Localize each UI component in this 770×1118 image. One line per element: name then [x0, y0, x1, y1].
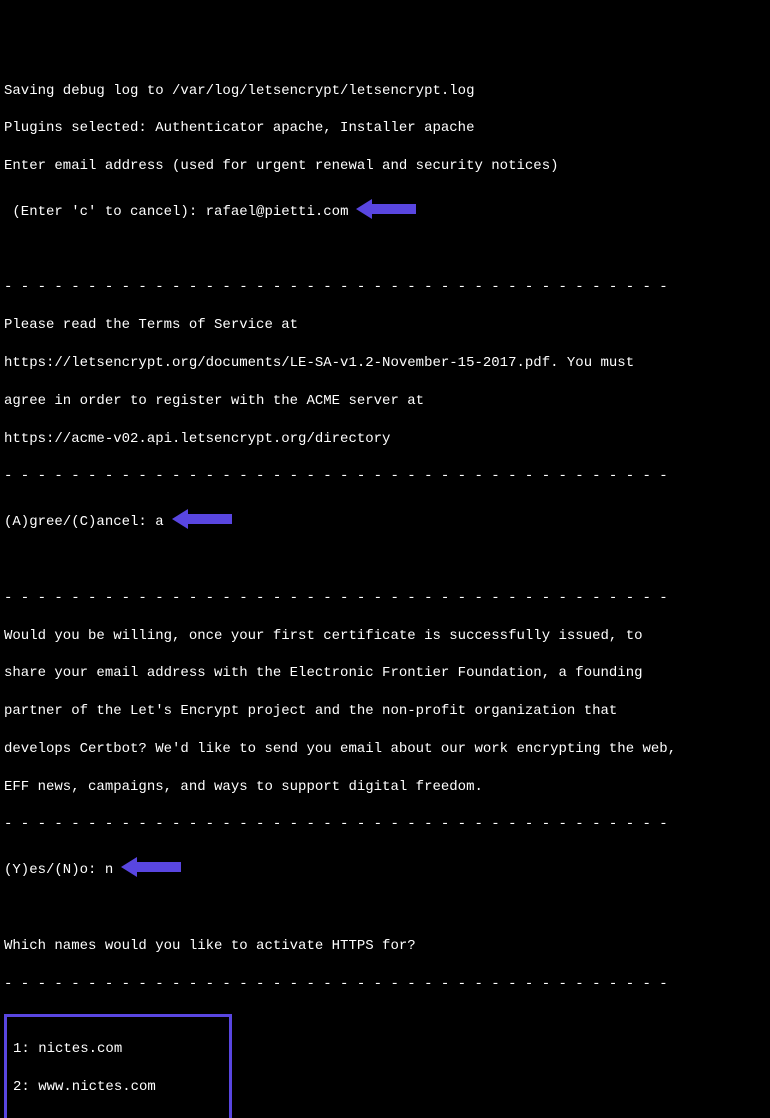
- agree-prompt: (A)gree/(C)ancel:: [4, 514, 155, 530]
- arrow-icon: [121, 857, 181, 877]
- eff-text: EFF news, campaigns, and ways to support…: [4, 778, 766, 797]
- https-prompt: Which names would you like to activate H…: [4, 937, 766, 956]
- domain-option[interactable]: 2: www.nictes.com: [13, 1078, 223, 1097]
- email-value: rafael@pietti.com: [206, 204, 349, 220]
- domain-option[interactable]: 3: wordpressazure.com: [13, 1116, 223, 1118]
- agree-prompt-line[interactable]: (A)gree/(C)ancel: a: [4, 505, 766, 532]
- separator: - - - - - - - - - - - - - - - - - - - - …: [4, 467, 766, 486]
- tos-agree: agree in order to register with the ACME…: [4, 392, 766, 411]
- separator: - - - - - - - - - - - - - - - - - - - - …: [4, 589, 766, 608]
- arrow-icon: [356, 199, 416, 219]
- yesno-value: n: [105, 862, 113, 878]
- eff-text: develops Certbot? We'd like to send you …: [4, 740, 766, 759]
- separator: - - - - - - - - - - - - - - - - - - - - …: [4, 815, 766, 834]
- plugins-line: Plugins selected: Authenticator apache, …: [4, 119, 766, 138]
- email-cancel-text: (Enter 'c' to cancel):: [4, 204, 206, 220]
- eff-text: Would you be willing, once your first ce…: [4, 627, 766, 646]
- yesno-prompt: (Y)es/(N)o:: [4, 862, 105, 878]
- separator: - - - - - - - - - - - - - - - - - - - - …: [4, 278, 766, 297]
- debug-log-line: Saving debug log to /var/log/letsencrypt…: [4, 82, 766, 101]
- tos-url: https://letsencrypt.org/documents/LE-SA-…: [4, 354, 766, 373]
- arrow-icon: [172, 509, 232, 529]
- tos-intro: Please read the Terms of Service at: [4, 316, 766, 335]
- separator: - - - - - - - - - - - - - - - - - - - - …: [4, 975, 766, 994]
- email-input-line[interactable]: (Enter 'c' to cancel): rafael@pietti.com: [4, 195, 766, 222]
- agree-value: a: [155, 514, 163, 530]
- eff-text: partner of the Let's Encrypt project and…: [4, 702, 766, 721]
- domain-list-box: 1: nictes.com 2: www.nictes.com 3: wordp…: [4, 1014, 232, 1118]
- domain-option[interactable]: 1: nictes.com: [13, 1040, 223, 1059]
- yesno-prompt-line[interactable]: (Y)es/(N)o: n: [4, 853, 766, 880]
- acme-url: https://acme-v02.api.letsencrypt.org/dir…: [4, 430, 766, 449]
- eff-text: share your email address with the Electr…: [4, 664, 766, 683]
- email-prompt-line: Enter email address (used for urgent ren…: [4, 157, 766, 176]
